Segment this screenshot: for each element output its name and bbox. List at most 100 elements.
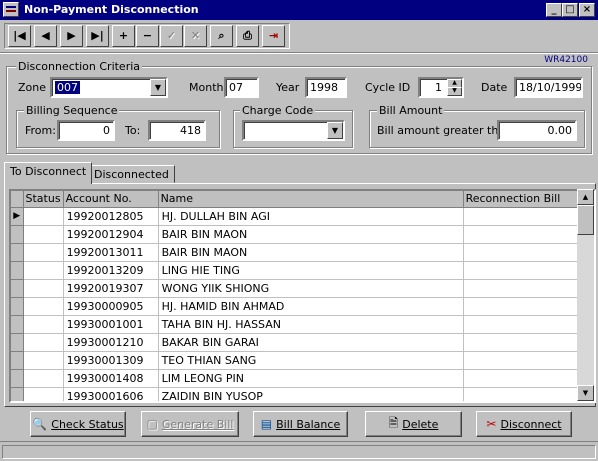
table-row[interactable]: 19920012904 BAIR BIN MAON bbox=[11, 225, 584, 244]
cell-name: ZAIDIN BIN YUSOP bbox=[158, 387, 464, 401]
cell-reconnection-bill bbox=[463, 297, 584, 316]
maximize-icon: □ bbox=[565, 4, 575, 15]
close-button[interactable]: × bbox=[579, 3, 595, 17]
charge-code-legend: Charge Code bbox=[240, 104, 316, 117]
cell-account-no: 19920012904 bbox=[63, 225, 159, 244]
cell-name: TAHA BIN HJ. HASSAN bbox=[158, 315, 464, 334]
grid-vertical-scrollbar[interactable]: ▲ ▼ bbox=[577, 189, 594, 401]
first-record-icon: |◀ bbox=[13, 29, 26, 42]
date-label: Date bbox=[481, 81, 508, 94]
spin-down-icon[interactable]: ▼ bbox=[447, 87, 462, 96]
cell-name: BAIR BIN MAON bbox=[158, 225, 464, 244]
row-indicator[interactable] bbox=[11, 261, 24, 280]
row-indicator[interactable] bbox=[11, 369, 24, 388]
cell-status bbox=[23, 279, 64, 298]
cell-reconnection-bill bbox=[463, 315, 584, 334]
cell-name: LING HIE TING bbox=[158, 261, 464, 280]
table-row[interactable]: 19930001210 BAKAR BIN GARAI bbox=[11, 333, 584, 352]
row-indicator-header bbox=[11, 191, 24, 208]
disconnect-button[interactable]: ✂ Disconnect bbox=[476, 411, 572, 437]
row-indicator[interactable] bbox=[11, 333, 24, 352]
cell-name: HJ. HAMID BIN AHMAD bbox=[158, 297, 464, 316]
cell-name: BAKAR BIN GARAI bbox=[158, 333, 464, 352]
table-row[interactable]: 19930000905 HJ. HAMID BIN AHMAD bbox=[11, 297, 584, 316]
table-row[interactable]: 19930001408 LIM LEONG PIN bbox=[11, 369, 584, 388]
bill-amount-label: Bill amount greater than: bbox=[377, 124, 516, 137]
table-row[interactable]: ▶ 19920012805 HJ. DULLAH BIN AGI bbox=[11, 207, 584, 226]
check-status-icon: 🔍 bbox=[32, 417, 48, 431]
row-indicator[interactable] bbox=[11, 225, 24, 244]
row-indicator[interactable] bbox=[11, 351, 24, 370]
table-row[interactable]: 19930001606 ZAIDIN BIN YUSOP bbox=[11, 387, 584, 401]
cycle-id-spinner[interactable]: 1 ▲ ▼ bbox=[418, 77, 464, 98]
to-field[interactable]: 418 bbox=[148, 120, 206, 141]
next-record-button[interactable]: ▶ bbox=[60, 25, 83, 47]
scroll-up-icon[interactable]: ▲ bbox=[577, 189, 594, 205]
cancel-button[interactable]: ✕ bbox=[184, 25, 207, 47]
column-header-account[interactable]: Account No. bbox=[63, 191, 159, 208]
scroll-thumb[interactable] bbox=[577, 205, 594, 235]
row-indicator[interactable] bbox=[11, 243, 24, 262]
app-icon[interactable] bbox=[3, 2, 19, 17]
cell-reconnection-bill bbox=[463, 387, 584, 401]
table-row[interactable]: 19930001001 TAHA BIN HJ. HASSAN bbox=[11, 315, 584, 334]
cell-reconnection-bill bbox=[463, 261, 584, 280]
column-header-name[interactable]: Name bbox=[158, 191, 464, 208]
exit-button[interactable]: ⇥ bbox=[262, 25, 285, 47]
table-row[interactable]: 19930001309 TEO THIAN SANG bbox=[11, 351, 584, 370]
chevron-down-icon[interactable]: ▼ bbox=[150, 79, 166, 96]
last-record-button[interactable]: ▶| bbox=[86, 25, 109, 47]
cycle-id-value: 1 bbox=[435, 81, 442, 94]
maximize-button[interactable]: □ bbox=[562, 3, 578, 17]
cell-status bbox=[23, 207, 64, 226]
accounts-grid[interactable]: Status Account No. Name Reconnection Bil… bbox=[9, 189, 596, 403]
from-field[interactable]: 0 bbox=[57, 120, 115, 141]
date-field[interactable]: 18/10/1999 bbox=[514, 77, 583, 98]
chevron-down-icon[interactable]: ▼ bbox=[327, 122, 343, 139]
zone-label: Zone bbox=[18, 81, 47, 94]
minimize-button[interactable]: _ bbox=[546, 3, 562, 17]
generate-bill-label: Generate Bill bbox=[161, 417, 234, 431]
first-record-button[interactable]: |◀ bbox=[8, 25, 31, 47]
zone-combobox[interactable]: 007 ▼ bbox=[50, 77, 168, 98]
row-indicator[interactable] bbox=[11, 387, 24, 401]
generate-bill-button[interactable]: ▢ Generate Bill bbox=[141, 411, 239, 437]
generate-bill-icon: ▢ bbox=[146, 417, 158, 431]
table-row[interactable]: 19920019307 WONG YIIK SHIONG bbox=[11, 279, 584, 298]
previous-record-button[interactable]: ◀ bbox=[34, 25, 57, 47]
column-header-reconnection-bill[interactable]: Reconnection Bill bbox=[463, 191, 584, 208]
row-indicator[interactable]: ▶ bbox=[11, 207, 24, 226]
previous-record-icon: ◀ bbox=[41, 29, 50, 42]
column-header-status[interactable]: Status bbox=[23, 191, 64, 208]
bill-amount-field[interactable]: 0.00 bbox=[497, 120, 577, 141]
row-indicator[interactable] bbox=[11, 297, 24, 316]
cell-reconnection-bill bbox=[463, 243, 584, 262]
cell-status bbox=[23, 297, 64, 316]
bill-amount-legend: Bill Amount bbox=[377, 104, 445, 117]
tab-to-disconnect[interactable]: To Disconnect bbox=[4, 162, 93, 184]
bill-balance-button[interactable]: ▤ Bill Balance bbox=[253, 411, 348, 437]
scroll-down-icon[interactable]: ▼ bbox=[577, 385, 594, 401]
month-field[interactable]: 07 bbox=[224, 77, 259, 98]
row-indicator[interactable] bbox=[11, 279, 24, 298]
delete-button[interactable]: 🗎 Delete bbox=[365, 411, 462, 437]
charge-code-combobox[interactable]: ▼ bbox=[242, 120, 345, 141]
check-status-button[interactable]: 🔍 Check Status bbox=[30, 411, 126, 437]
cell-status bbox=[23, 225, 64, 244]
cell-status bbox=[23, 243, 64, 262]
check-status-label: Check Status bbox=[51, 417, 124, 431]
print-button[interactable]: ⎙ bbox=[236, 25, 259, 47]
cell-name: LIM LEONG PIN bbox=[158, 369, 464, 388]
year-field[interactable]: 1998 bbox=[305, 77, 347, 98]
tab-disconnected[interactable]: Disconnected bbox=[88, 165, 175, 183]
cell-name: WONG YIIK SHIONG bbox=[158, 279, 464, 298]
row-indicator[interactable] bbox=[11, 315, 24, 334]
delete-record-button[interactable]: − bbox=[136, 25, 159, 47]
save-button[interactable]: ✓ bbox=[160, 25, 183, 47]
add-record-button[interactable]: + bbox=[112, 25, 135, 47]
find-button[interactable]: ⌕ bbox=[210, 25, 233, 47]
table-row[interactable]: 19920013209 LING HIE TING bbox=[11, 261, 584, 280]
table-row[interactable]: 19920013011 BAIR BIN MAON bbox=[11, 243, 584, 262]
exit-door-icon: ⇥ bbox=[268, 29, 279, 42]
cell-reconnection-bill bbox=[463, 225, 584, 244]
